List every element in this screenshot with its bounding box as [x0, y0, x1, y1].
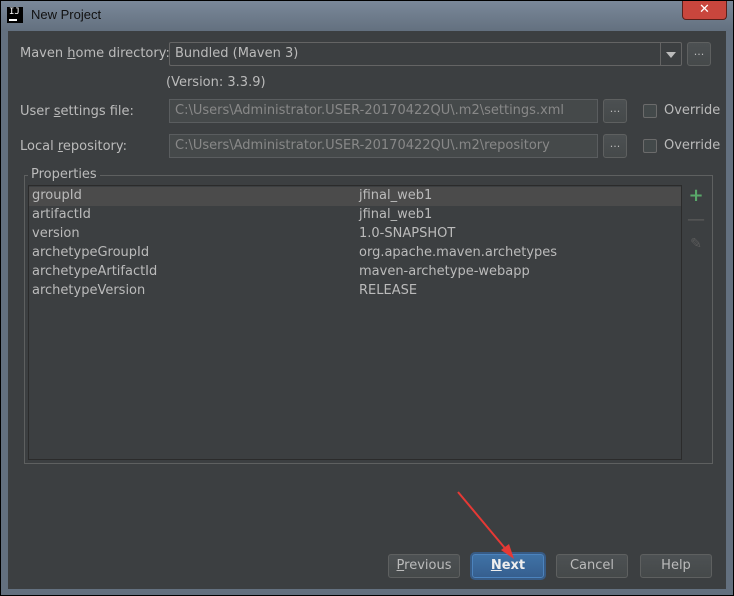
property-value: jfinal_web1 [359, 188, 433, 203]
property-key: archetypeVersion [32, 283, 146, 298]
window-title: New Project [31, 7, 102, 22]
local-repository-override-label[interactable]: Override [664, 138, 720, 153]
user-settings-browse-button[interactable]: ... [603, 99, 627, 123]
local-repository-override-checkbox[interactable] [643, 139, 657, 153]
property-key: groupId [32, 188, 82, 203]
properties-toolbar: + — ✎ [682, 185, 710, 460]
property-key: version [32, 226, 80, 241]
property-value: org.apache.maven.archetypes [359, 245, 558, 260]
user-settings-field[interactable]: C:\Users\Administrator.USER-20170422QU\.… [169, 99, 598, 123]
property-value: RELEASE [359, 283, 418, 298]
next-button[interactable]: Next [472, 554, 544, 578]
table-row[interactable]: groupId jfinal_web1 [29, 187, 681, 206]
previous-button[interactable]: Previous [388, 554, 460, 578]
edit-icon[interactable]: ✎ [686, 235, 706, 255]
maven-version-text: (Version: 3.3.9) [166, 75, 266, 90]
table-row[interactable]: archetypeArtifactId maven-archetype-weba… [29, 263, 681, 282]
close-button[interactable]: ✕ [682, 1, 727, 20]
local-repository-browse-button[interactable]: ... [603, 134, 627, 158]
user-settings-override-label[interactable]: Override [664, 103, 720, 118]
property-value: jfinal_web1 [359, 207, 433, 222]
app-icon-text: IJ [9, 7, 20, 17]
property-value: maven-archetype-webapp [359, 264, 530, 279]
table-row[interactable]: artifactId jfinal_web1 [29, 206, 681, 225]
user-settings-label: User settings file: [20, 104, 134, 119]
table-row[interactable]: version 1.0-SNAPSHOT [29, 225, 681, 244]
cancel-button[interactable]: Cancel [556, 554, 628, 578]
remove-icon[interactable]: — [686, 211, 706, 231]
close-icon: ✕ [699, 2, 710, 17]
intellij-app-icon: IJ [7, 7, 23, 23]
maven-home-label: Maven home directory: [20, 46, 170, 61]
table-row[interactable]: archetypeGroupId org.apache.maven.archet… [29, 244, 681, 263]
maven-home-browse-button[interactable]: ... [687, 42, 711, 66]
property-key: archetypeGroupId [32, 245, 150, 260]
maven-home-value: Bundled (Maven 3) [175, 46, 299, 61]
properties-table[interactable]: groupId jfinal_web1 artifactId jfinal_we… [28, 185, 682, 460]
properties-title: Properties [28, 167, 100, 182]
table-row[interactable]: archetypeVersion RELEASE [29, 282, 681, 301]
maven-home-combo[interactable]: Bundled (Maven 3) [169, 42, 682, 66]
property-value: 1.0-SNAPSHOT [359, 226, 456, 241]
user-settings-override-checkbox[interactable] [643, 104, 657, 118]
help-button[interactable]: Help [640, 554, 712, 578]
property-key: artifactId [32, 207, 91, 222]
chevron-down-icon[interactable] [660, 43, 681, 65]
title-bar[interactable]: IJ New Project ✕ [1, 1, 733, 31]
local-repository-field[interactable]: C:\Users\Administrator.USER-20170422QU\.… [169, 134, 598, 158]
property-key: archetypeArtifactId [32, 264, 158, 279]
local-repository-label: Local repository: [20, 139, 128, 154]
new-project-dialog: IJ New Project ✕ Maven home directory: B… [0, 0, 734, 596]
add-icon[interactable]: + [686, 187, 706, 207]
